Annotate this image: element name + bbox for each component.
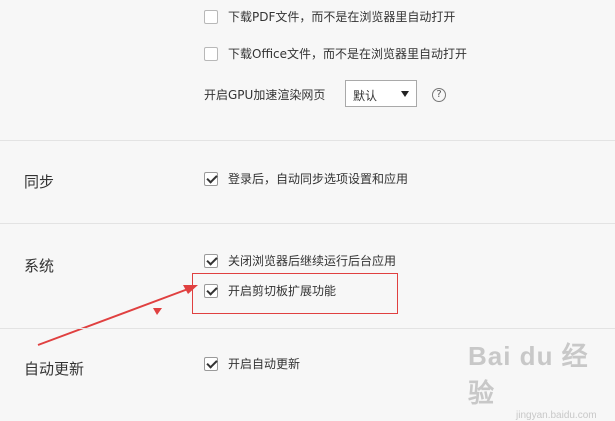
section-divider	[0, 328, 615, 329]
auto-update-checkbox[interactable]	[204, 357, 218, 371]
autoupdate-section-title: 自动更新	[24, 360, 85, 378]
auto-update-label: 开启自动更新	[228, 357, 301, 371]
check-icon	[206, 357, 218, 369]
watermark-logo: Bai du 经验	[468, 341, 589, 408]
watermark-url: jingyan.baidu.com	[516, 410, 597, 421]
baidu-watermark: Bai du 经验 jingyan.baidu.com	[468, 336, 615, 421]
